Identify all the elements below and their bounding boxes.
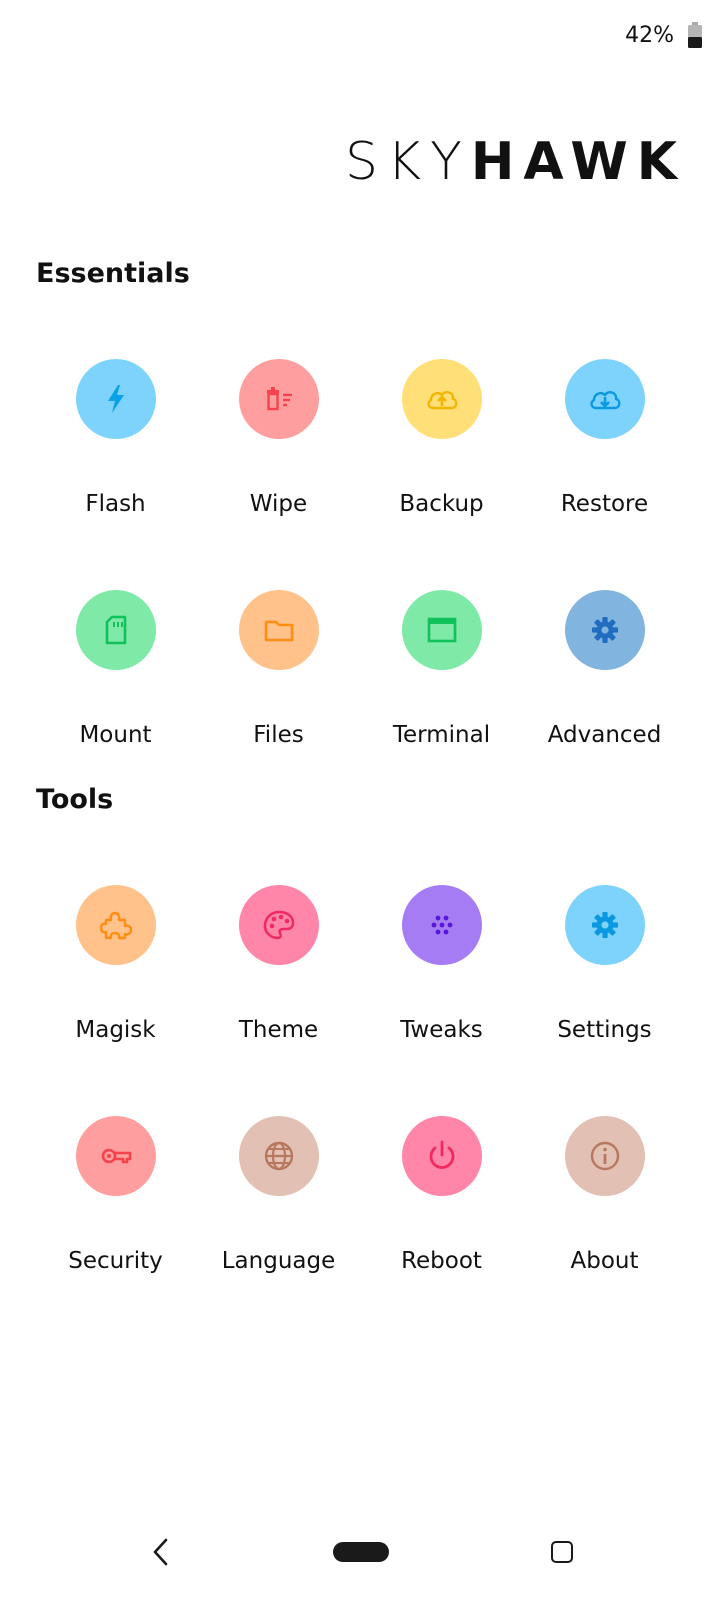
- tile-advanced[interactable]: Advanced: [523, 557, 686, 748]
- wipe-icon-circle: [238, 359, 319, 439]
- tile-magisk[interactable]: Magisk: [34, 852, 197, 1043]
- settings-icon-circle: [564, 885, 645, 965]
- tile-wipe[interactable]: Wipe: [197, 326, 360, 517]
- tile-label: Language: [221, 1248, 336, 1274]
- home-button[interactable]: [333, 1542, 389, 1562]
- tile-files[interactable]: Files: [197, 557, 360, 748]
- tile-label: Files: [253, 722, 304, 748]
- reboot-icon-circle: [401, 1116, 482, 1196]
- tile-label: Reboot: [401, 1248, 482, 1274]
- key-icon: [101, 1148, 131, 1164]
- essentials-heading: Essentials: [36, 258, 190, 289]
- advanced-icon-circle: [564, 590, 645, 670]
- power-icon: [429, 1140, 454, 1169]
- security-icon-circle: [75, 1116, 156, 1196]
- dots-icon: [431, 915, 452, 935]
- tile-security[interactable]: Security: [34, 1083, 197, 1274]
- recents-icon[interactable]: [551, 1541, 573, 1563]
- mount-icon-circle: [75, 590, 156, 670]
- restore-icon-circle: [564, 359, 645, 439]
- wipe-icon: [266, 387, 292, 411]
- status-bar: 42%: [625, 22, 702, 48]
- gear-icon: [591, 912, 618, 938]
- cloud-upload-icon: [426, 391, 457, 410]
- skyhawk-logo: SKYHAWK: [345, 132, 686, 192]
- globe-icon: [264, 1141, 293, 1171]
- tile-theme[interactable]: Theme: [197, 852, 360, 1043]
- info-icon: [590, 1141, 619, 1171]
- navigation-bar: [0, 1522, 720, 1582]
- flash-icon: [107, 385, 124, 413]
- tile-label: Magisk: [75, 1017, 156, 1043]
- tile-language[interactable]: Language: [197, 1083, 360, 1274]
- flash-icon-circle: [75, 359, 156, 439]
- theme-icon-circle: [238, 885, 319, 965]
- backup-icon-circle: [401, 359, 482, 439]
- tile-label: Tweaks: [400, 1017, 483, 1043]
- magisk-icon-circle: [75, 885, 156, 965]
- gear-icon: [591, 617, 618, 643]
- tile-backup[interactable]: Backup: [360, 326, 523, 517]
- tweaks-icon-circle: [401, 885, 482, 965]
- sd-card-icon: [105, 615, 126, 645]
- tile-label: Theme: [238, 1017, 319, 1043]
- cloud-download-icon: [589, 391, 620, 410]
- tile-reboot[interactable]: Reboot: [360, 1083, 523, 1274]
- tile-label: Advanced: [547, 722, 662, 748]
- tile-label: Flash: [85, 491, 146, 517]
- tile-label: Restore: [560, 491, 649, 517]
- tile-flash[interactable]: Flash: [34, 326, 197, 517]
- tile-tweaks[interactable]: Tweaks: [360, 852, 523, 1043]
- folder-icon: [264, 620, 293, 642]
- tile-label: Mount: [79, 722, 152, 748]
- tile-label: Terminal: [392, 722, 491, 748]
- tile-label: Settings: [557, 1017, 652, 1043]
- tile-label: About: [570, 1248, 639, 1274]
- essentials-grid: Flash Wipe Backup Restore Mount Files Ter…: [0, 326, 720, 748]
- tools-grid: Magisk Theme Tweaks Settings Security La…: [0, 852, 720, 1274]
- battery-icon: [688, 22, 702, 48]
- about-icon-circle: [564, 1116, 645, 1196]
- tile-terminal[interactable]: Terminal: [360, 557, 523, 748]
- tile-about[interactable]: About: [523, 1083, 686, 1274]
- tile-label: Security: [68, 1248, 163, 1274]
- tile-mount[interactable]: Mount: [34, 557, 197, 748]
- language-icon-circle: [238, 1116, 319, 1196]
- back-icon[interactable]: [146, 1534, 176, 1570]
- tools-heading: Tools: [36, 784, 114, 815]
- tile-label: Backup: [399, 491, 484, 517]
- terminal-icon-circle: [401, 590, 482, 670]
- tile-label: Wipe: [249, 491, 308, 517]
- tile-settings[interactable]: Settings: [523, 852, 686, 1043]
- terminal-window-icon: [427, 617, 456, 643]
- palette-icon: [263, 910, 294, 940]
- battery-percent: 42%: [625, 22, 674, 48]
- files-icon-circle: [238, 590, 319, 670]
- tile-restore[interactable]: Restore: [523, 326, 686, 517]
- puzzle-icon: [99, 911, 132, 940]
